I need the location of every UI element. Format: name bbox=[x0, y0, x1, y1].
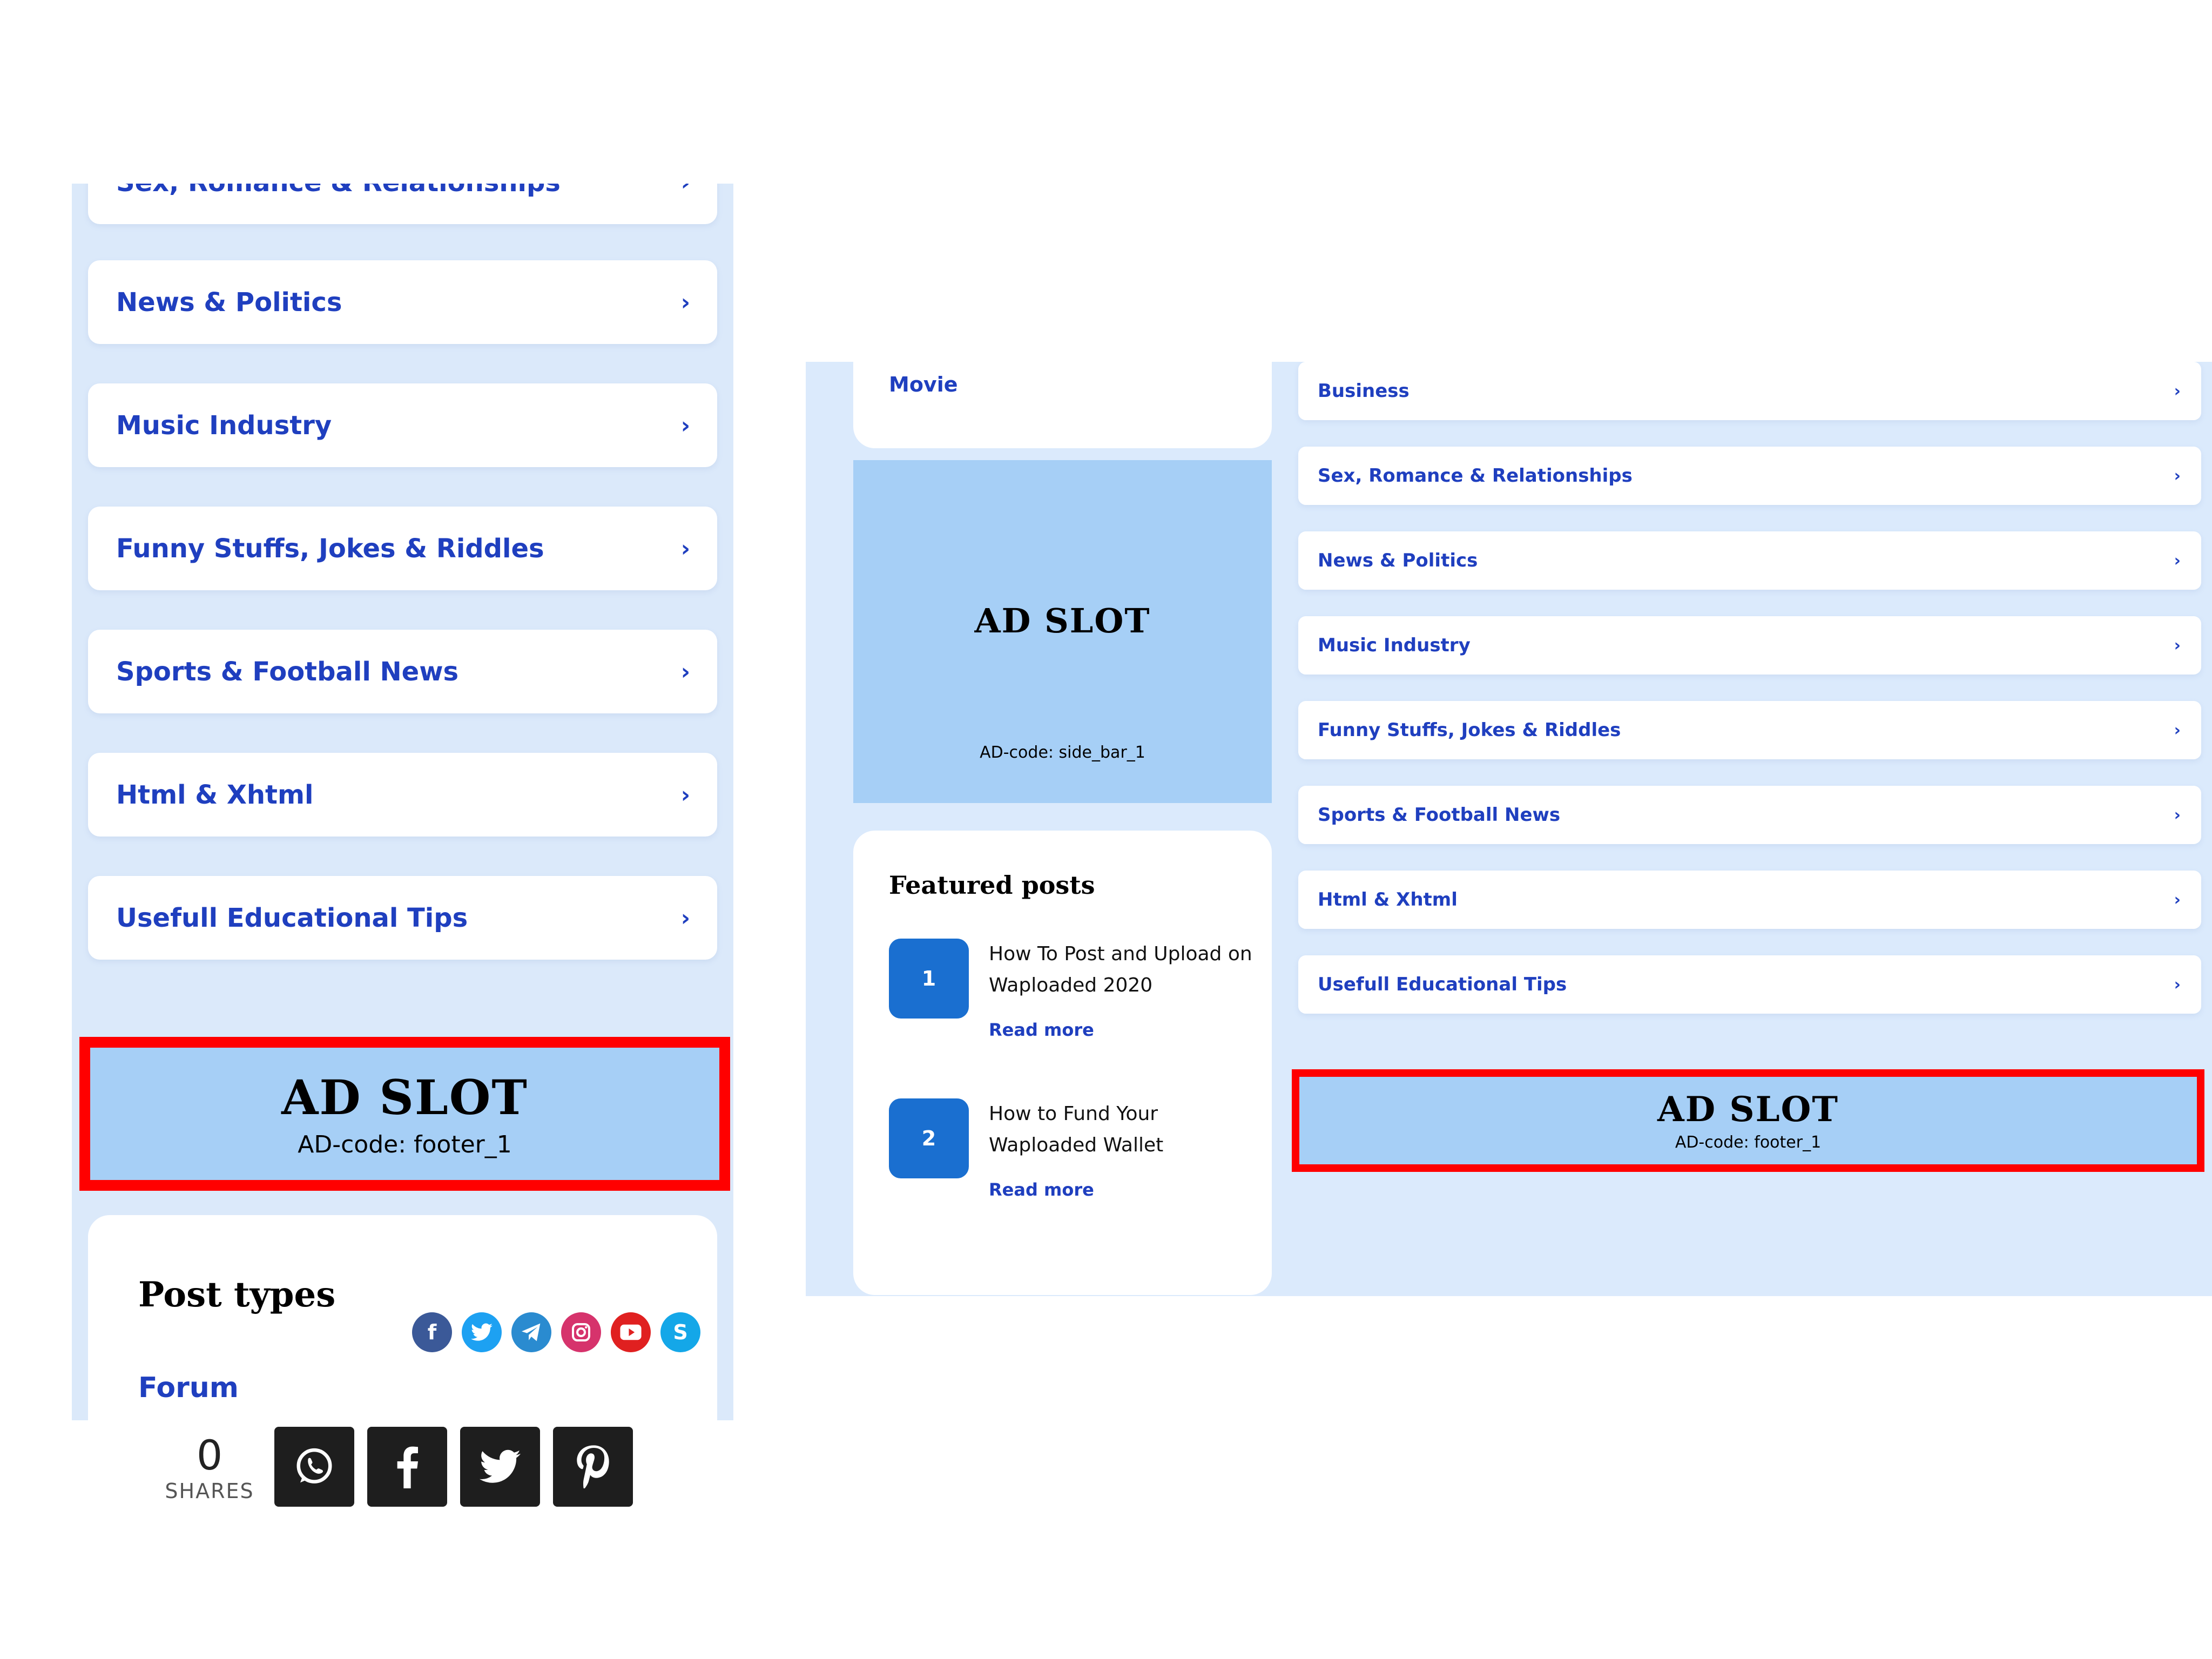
ad-code-label: AD-code: footer_1 bbox=[298, 1131, 512, 1158]
chevron-right-icon: › bbox=[2174, 805, 2181, 825]
category-card: Movie bbox=[853, 362, 1272, 448]
category-item-html-xhtml[interactable]: Html & Xhtml › bbox=[1298, 871, 2201, 929]
category-item-sex-romance[interactable]: Sex, Romance & Relationships › bbox=[88, 184, 717, 224]
category-label: Business bbox=[1318, 380, 1410, 402]
category-label: Html & Xhtml bbox=[1318, 889, 1458, 911]
chevron-right-icon: › bbox=[680, 781, 690, 808]
ad-slot-title: AD SLOT bbox=[281, 1069, 528, 1125]
post-title[interactable]: How to Fund Your Waploaded Wallet bbox=[989, 1098, 1253, 1161]
post-types-title: Post types bbox=[138, 1274, 336, 1315]
sidebar-ad-slot[interactable]: AD SLOT AD-code: side_bar_1 bbox=[853, 460, 1272, 803]
forum-link[interactable]: Forum bbox=[138, 1372, 239, 1404]
footer-ad-highlight: AD SLOT AD-code: footer_1 bbox=[79, 1037, 730, 1191]
movie-link[interactable]: Movie bbox=[889, 373, 958, 396]
category-item-sports-football[interactable]: Sports & Football News › bbox=[88, 630, 717, 713]
telegram-icon[interactable] bbox=[511, 1312, 551, 1352]
category-label: News & Politics bbox=[1318, 550, 1478, 571]
category-item-sports-football[interactable]: Sports & Football News › bbox=[1298, 786, 2201, 844]
chevron-right-icon: › bbox=[680, 535, 690, 562]
category-label: Funny Stuffs, Jokes & Riddles bbox=[116, 533, 544, 564]
footer-ad-slot[interactable]: AD SLOT AD-code: footer_1 bbox=[1299, 1077, 2197, 1164]
ad-slot-title: AD SLOT bbox=[1657, 1089, 1839, 1130]
ad-code-label: AD-code: side_bar_1 bbox=[980, 743, 1145, 762]
category-label: Sports & Football News bbox=[116, 656, 459, 687]
category-item-music-industry[interactable]: Music Industry › bbox=[1298, 616, 2201, 675]
category-label: Sex, Romance & Relationships bbox=[116, 184, 561, 198]
category-label: Html & Xhtml bbox=[116, 779, 314, 810]
read-more-link[interactable]: Read more bbox=[989, 1020, 1094, 1040]
instagram-icon[interactable] bbox=[561, 1312, 601, 1352]
share-bar: 0 SHARES bbox=[72, 1420, 733, 1507]
chevron-right-icon: › bbox=[680, 905, 690, 931]
category-item-news-politics[interactable]: News & Politics › bbox=[1298, 531, 2201, 590]
read-more-link[interactable]: Read more bbox=[989, 1179, 1094, 1200]
category-item-html-xhtml[interactable]: Html & Xhtml › bbox=[88, 753, 717, 837]
category-label: Music Industry bbox=[1318, 635, 1471, 656]
chevron-right-icon: › bbox=[2174, 466, 2181, 485]
category-item-educational-tips[interactable]: Usefull Educational Tips › bbox=[1298, 955, 2201, 1014]
category-label: Usefull Educational Tips bbox=[1318, 974, 1567, 995]
category-label: Music Industry bbox=[116, 410, 332, 441]
category-label: Sex, Romance & Relationships bbox=[1318, 465, 1633, 487]
category-item-funny-stuffs[interactable]: Funny Stuffs, Jokes & Riddles › bbox=[1298, 701, 2201, 759]
featured-posts-card: Featured posts 1 How To Post and Upload … bbox=[853, 831, 1272, 1295]
category-item-news-politics[interactable]: News & Politics › bbox=[88, 260, 717, 344]
facebook-share-button[interactable] bbox=[367, 1427, 447, 1507]
chevron-right-icon: › bbox=[680, 289, 690, 315]
footer-ad-slot[interactable]: AD SLOT AD-code: footer_1 bbox=[90, 1048, 719, 1180]
pinterest-icon bbox=[577, 1445, 609, 1488]
facebook-icon[interactable]: f bbox=[412, 1312, 452, 1352]
category-item-funny-stuffs[interactable]: Funny Stuffs, Jokes & Riddles › bbox=[88, 507, 717, 590]
pinterest-share-button[interactable] bbox=[553, 1427, 633, 1507]
chevron-right-icon: › bbox=[2174, 890, 2181, 909]
chevron-right-icon: › bbox=[680, 658, 690, 685]
share-counter: 0 SHARES bbox=[164, 1431, 255, 1503]
facebook-icon bbox=[397, 1446, 418, 1488]
featured-posts-title: Featured posts bbox=[889, 871, 1095, 900]
share-count: 0 bbox=[196, 1431, 223, 1479]
category-label: News & Politics bbox=[116, 287, 342, 318]
chevron-right-icon: › bbox=[681, 184, 690, 195]
post-types-card: Post types f S Forum bbox=[88, 1215, 717, 1420]
category-item-educational-tips[interactable]: Usefull Educational Tips › bbox=[88, 876, 717, 960]
twitter-share-button[interactable] bbox=[460, 1427, 540, 1507]
skype-icon[interactable]: S bbox=[660, 1312, 700, 1352]
post-number-badge: 1 bbox=[889, 939, 969, 1019]
social-icons-row: f S bbox=[412, 1312, 700, 1352]
whatsapp-share-button[interactable] bbox=[274, 1427, 354, 1507]
youtube-icon[interactable] bbox=[611, 1312, 651, 1352]
ad-slot-title: AD SLOT bbox=[974, 601, 1151, 640]
footer-ad-highlight: AD SLOT AD-code: footer_1 bbox=[1292, 1069, 2204, 1172]
chevron-right-icon: › bbox=[2174, 381, 2181, 401]
chevron-right-icon: › bbox=[2174, 636, 2181, 655]
category-item-business[interactable]: Business › bbox=[1298, 362, 2201, 420]
category-item-music-industry[interactable]: Music Industry › bbox=[88, 383, 717, 467]
chevron-right-icon: › bbox=[2174, 551, 2181, 570]
post-number-badge: 2 bbox=[889, 1098, 969, 1178]
chevron-right-icon: › bbox=[680, 412, 690, 439]
category-label: Sports & Football News bbox=[1318, 804, 1561, 826]
twitter-icon bbox=[480, 1449, 521, 1483]
category-label: Usefull Educational Tips bbox=[116, 902, 468, 933]
ad-code-label: AD-code: footer_1 bbox=[1675, 1133, 1822, 1152]
twitter-icon[interactable] bbox=[462, 1312, 502, 1352]
whatsapp-icon bbox=[296, 1448, 332, 1483]
category-label: Funny Stuffs, Jokes & Riddles bbox=[1318, 719, 1621, 741]
desktop-page: Movie AD SLOT AD-code: side_bar_1 Featur… bbox=[806, 362, 2212, 1296]
category-item-sex-romance[interactable]: Sex, Romance & Relationships › bbox=[1298, 447, 2201, 505]
post-title[interactable]: How To Post and Upload on Waploaded 2020 bbox=[989, 939, 1253, 1001]
chevron-right-icon: › bbox=[2174, 720, 2181, 740]
chevron-right-icon: › bbox=[2174, 975, 2181, 994]
mobile-sidebar: Sex, Romance & Relationships › News & Po… bbox=[72, 184, 733, 1420]
share-label: SHARES bbox=[165, 1479, 254, 1503]
